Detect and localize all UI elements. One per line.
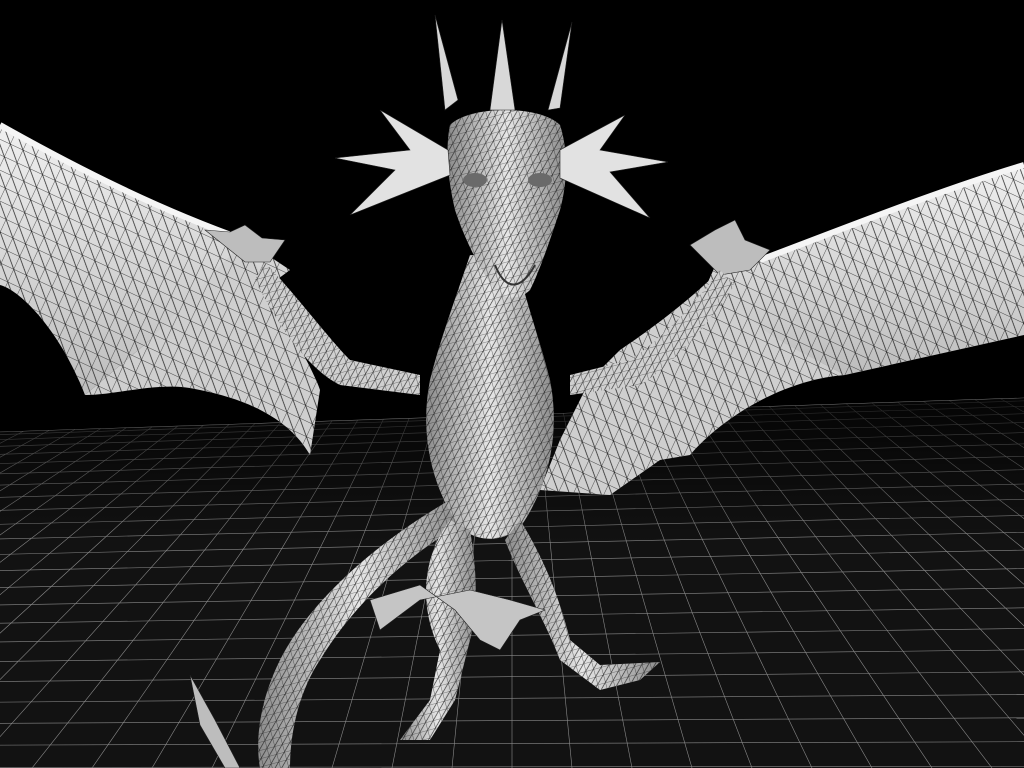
head [334,14,669,298]
torso [426,255,554,539]
3d-viewport[interactable] [0,0,1024,768]
viewport-scene[interactable] [0,0,1024,768]
